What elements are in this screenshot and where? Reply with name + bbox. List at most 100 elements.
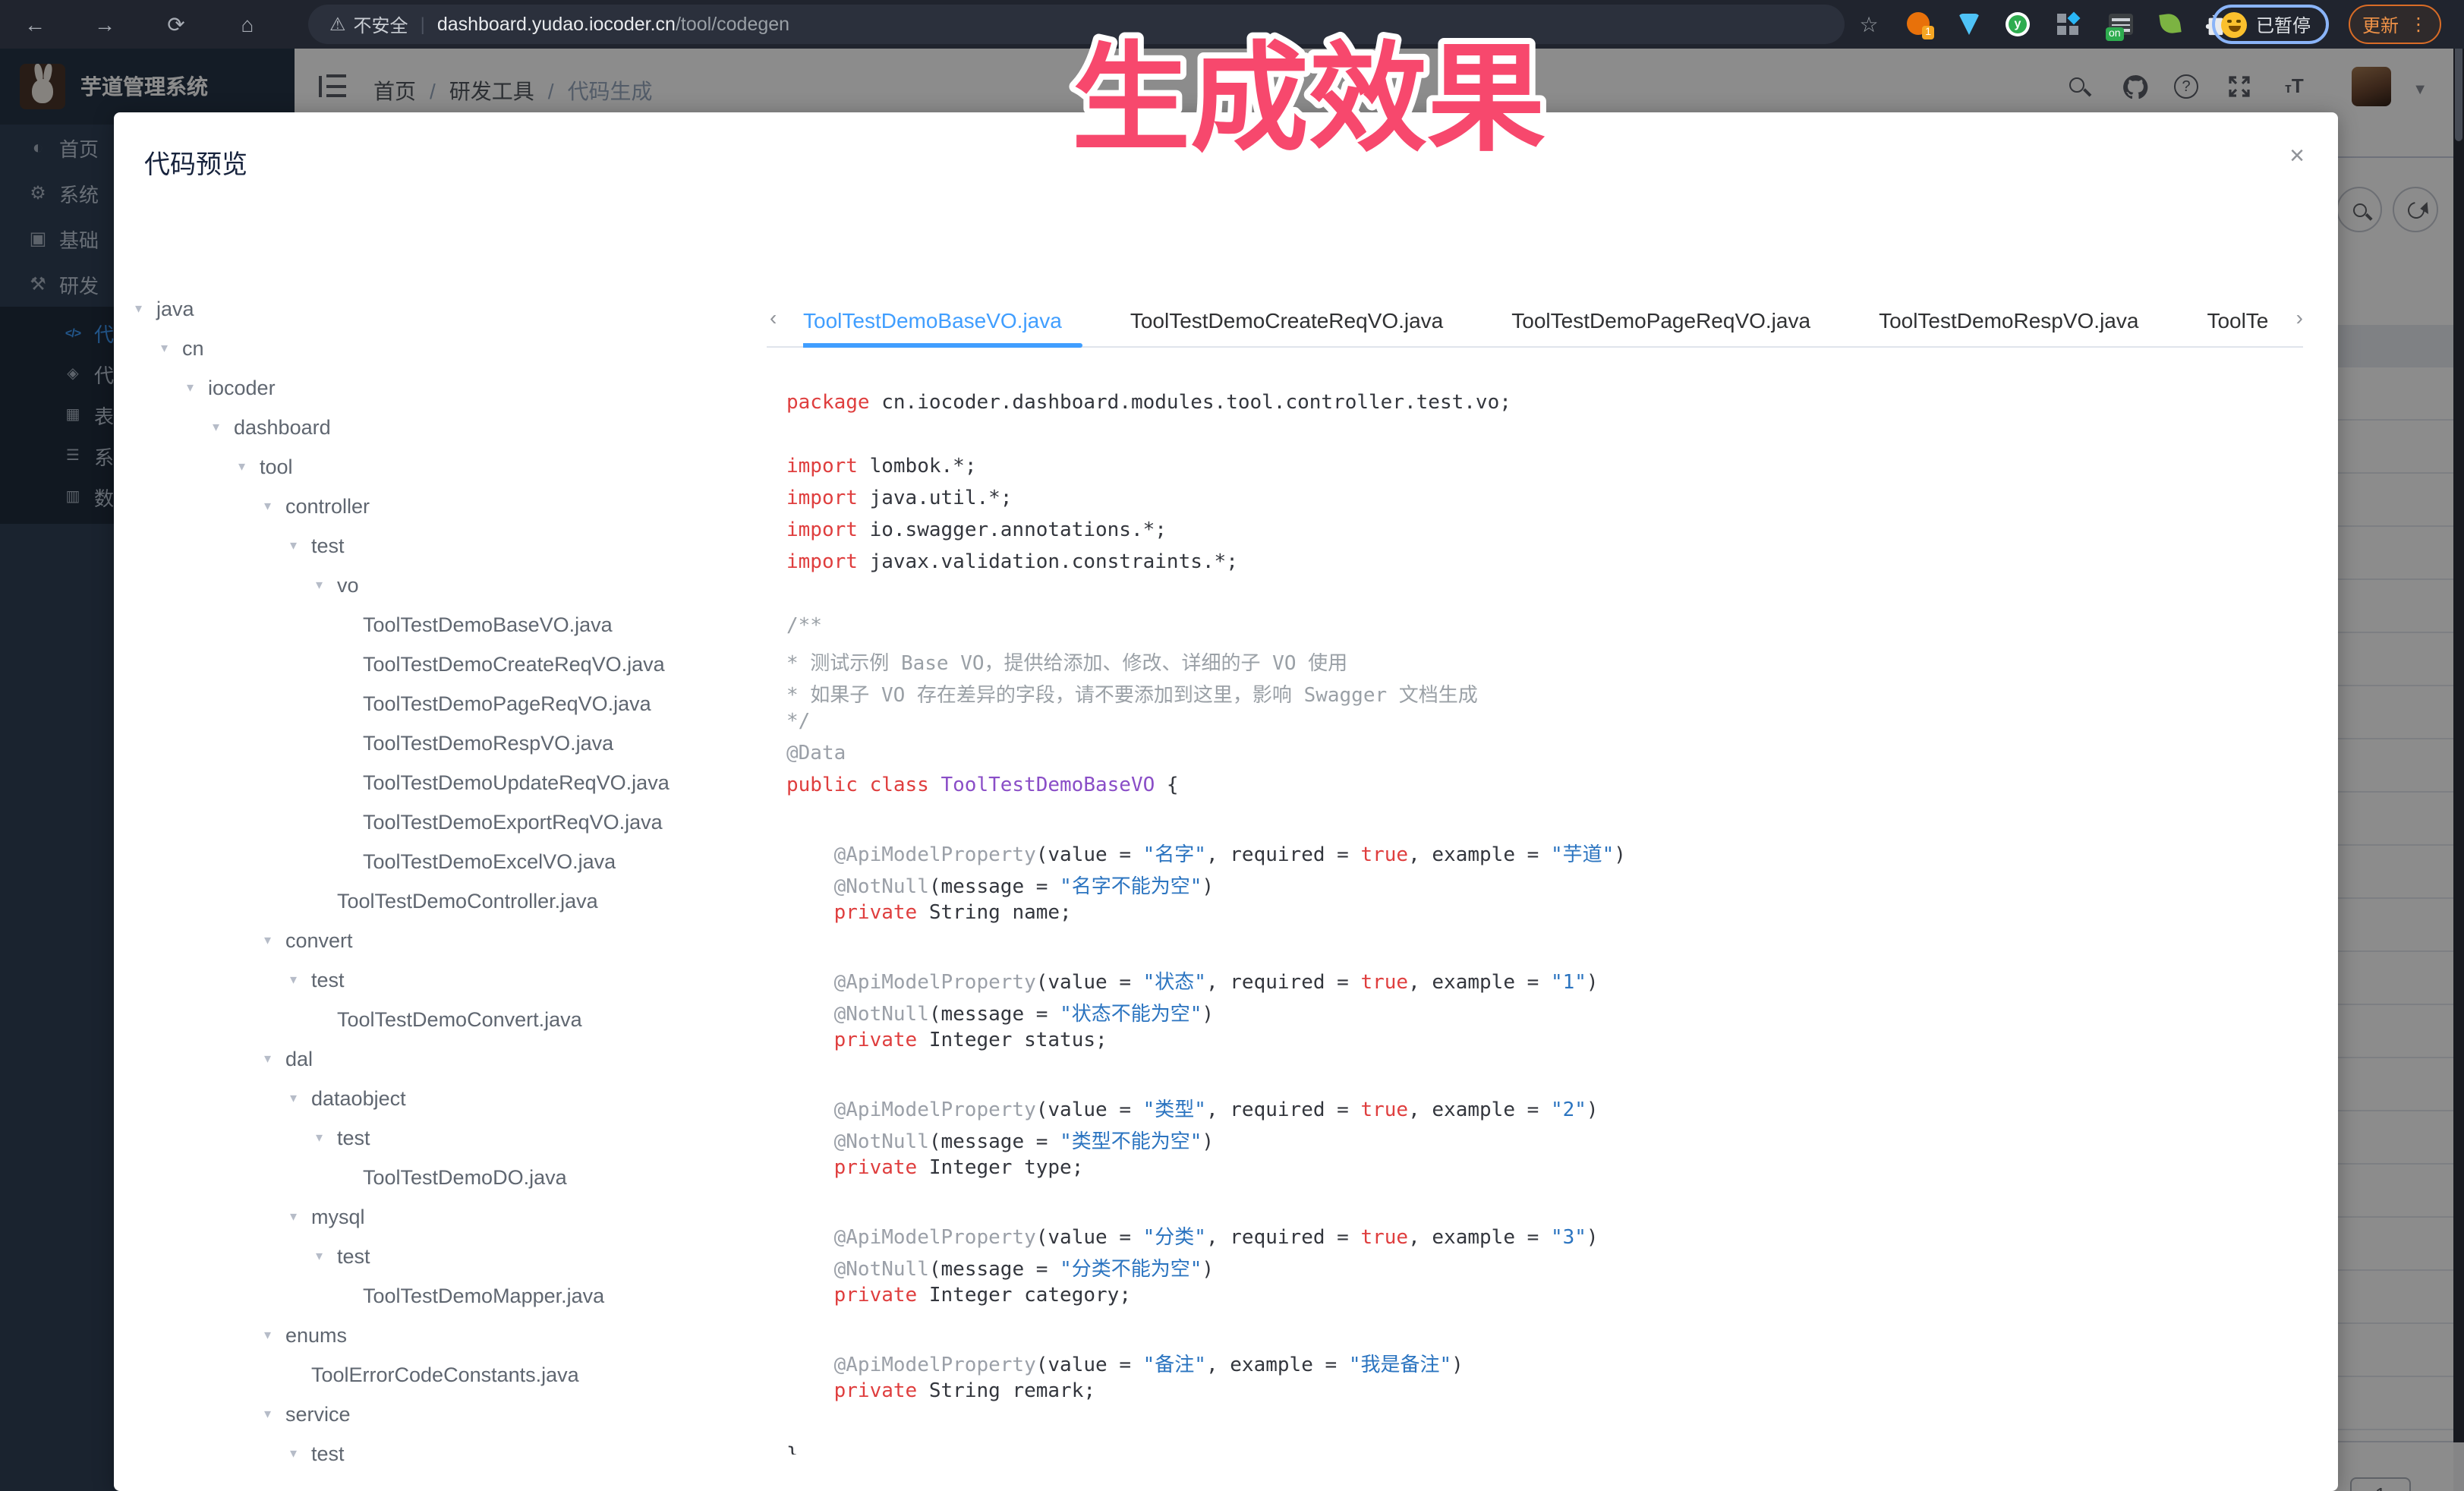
tree-node-label: ToolTestDemoBaseVO.java [363, 613, 613, 635]
tree-node-label: dashboard [234, 415, 331, 438]
reload-icon[interactable]: ⟳ [162, 11, 190, 38]
tree-node-label: test [337, 1126, 370, 1149]
caret-down-icon[interactable]: ▾ [161, 339, 182, 356]
tree-file-row[interactable]: ToolTestDemoExcelVO.java [135, 841, 773, 881]
code-token: , required = [1206, 1227, 1361, 1250]
code-token: "3" [1551, 1227, 1586, 1250]
tree-file-row[interactable]: ToolTestDemoRespVO.java [135, 723, 773, 762]
tree-file-row[interactable]: ToolTestDemoConvert.java [135, 999, 773, 1039]
code-token: cn.iocoder.dashboard.modules.tool.contro… [870, 392, 1511, 415]
code-token: private [834, 1029, 918, 1052]
file-tree[interactable]: ▾java▾cn▾iocoder▾dashboard▾tool▾controll… [135, 288, 773, 1473]
tree-folder-row[interactable]: ▾service [135, 1394, 773, 1433]
tree-folder-row[interactable]: ▾test [135, 1117, 773, 1157]
tree-node-label: ToolTestDemoExcelVO.java [363, 850, 616, 872]
code-token [786, 1354, 834, 1377]
tree-folder-row[interactable]: ▾mysql [135, 1196, 773, 1236]
tree-file-row[interactable]: ToolErrorCodeConstants.java [135, 1354, 773, 1394]
extension-orange-icon[interactable]: 1 [1907, 11, 1934, 38]
code-token: Integer category; [917, 1285, 1131, 1307]
caret-down-icon[interactable]: ▾ [316, 576, 337, 593]
code-token [786, 1004, 834, 1026]
caret-down-icon[interactable]: ▾ [316, 1129, 337, 1146]
tree-folder-row[interactable]: ▾test [135, 1236, 773, 1275]
caret-down-icon[interactable]: ▾ [264, 497, 285, 514]
tree-file-row[interactable]: ToolTestDemoPageReqVO.java [135, 683, 773, 723]
back-icon[interactable]: ← [21, 11, 49, 38]
address-bar[interactable]: ⚠ 不安全 | dashboard.yudao.iocoder.cn/tool/… [308, 5, 1845, 44]
extension-drop-icon[interactable] [1958, 11, 1986, 38]
caret-down-icon[interactable]: ▾ [316, 1247, 337, 1264]
tab-ToolTe[interactable]: ToolTe [2207, 298, 2268, 348]
code-token: * 如果子 VO 存在差异的字段，请不要添加到这里，影响 Swagger 文档生… [786, 685, 1478, 708]
code-token: "类型不能为空" [1060, 1131, 1202, 1154]
tree-folder-row[interactable]: ▾dal [135, 1039, 773, 1078]
code-viewer[interactable]: package cn.iocoder.dashboard.modules.too… [786, 392, 2320, 1455]
browser-scrollbar[interactable] [2453, 0, 2464, 1442]
tree-folder-row[interactable]: ▾cn [135, 328, 773, 367]
caret-down-icon[interactable]: ▾ [290, 971, 311, 988]
forward-icon[interactable]: → [91, 11, 118, 38]
tree-file-row[interactable]: ToolTestDemoBaseVO.java [135, 604, 773, 644]
tree-folder-row[interactable]: ▾dataobject [135, 1078, 773, 1117]
tree-folder-row[interactable]: ▾java [135, 288, 773, 328]
bookmark-star-icon[interactable]: ☆ [1855, 11, 1883, 38]
tab-ToolTestDemoBaseVO.java[interactable]: ToolTestDemoBaseVO.java [803, 298, 1062, 348]
tree-folder-row[interactable]: ▾vo [135, 565, 773, 604]
close-icon[interactable]: × [2289, 143, 2305, 169]
tree-folder-row[interactable]: ▾test [135, 1433, 773, 1473]
tree-folder-row[interactable]: ▾controller [135, 486, 773, 525]
security-label[interactable]: 不安全 [354, 11, 408, 37]
tree-node-label: ToolTestDemoPageReqVO.java [363, 692, 651, 714]
update-button[interactable]: 更新 ⋮ [2349, 5, 2441, 44]
tree-folder-row[interactable]: ▾iocoder [135, 367, 773, 407]
caret-down-icon[interactable]: ▾ [135, 300, 156, 317]
caret-down-icon[interactable]: ▾ [187, 379, 208, 396]
browser-menu-icon[interactable]: ⋮ [2409, 14, 2428, 35]
code-token [786, 1029, 834, 1052]
caret-down-icon[interactable]: ▾ [290, 537, 311, 553]
caret-down-icon[interactable]: ▾ [264, 1405, 285, 1422]
code-token: (message = [929, 1259, 1060, 1281]
caret-down-icon[interactable]: ▾ [290, 1089, 311, 1106]
tree-file-row[interactable]: ToolTestDemoExportReqVO.java [135, 802, 773, 841]
tree-folder-row[interactable]: ▾test [135, 960, 773, 999]
tree-file-row[interactable]: ToolTestDemoCreateReqVO.java [135, 644, 773, 683]
profile-chip[interactable]: 已暂停 [2212, 5, 2329, 44]
code-token: import [786, 519, 858, 542]
code-token: @ApiModelProperty [834, 972, 1036, 995]
tree-file-row[interactable]: ToolTestDemoController.java [135, 881, 773, 920]
tree-file-row[interactable]: ToolTestDemoUpdateReqVO.java [135, 762, 773, 802]
caret-down-icon[interactable]: ▾ [290, 1208, 311, 1225]
tree-file-row[interactable]: ToolTestDemoMapper.java [135, 1275, 773, 1315]
tree-file-row[interactable]: ToolTestDemoDO.java [135, 1157, 773, 1196]
tab-ToolTestDemoCreateReqVO.java[interactable]: ToolTestDemoCreateReqVO.java [1130, 298, 1443, 348]
caret-down-icon[interactable]: ▾ [264, 931, 285, 948]
extension-squares-icon[interactable] [2057, 11, 2084, 38]
caret-down-icon[interactable]: ▾ [238, 458, 260, 474]
code-line: import io.swagger.annotations.*; [786, 519, 2320, 551]
tabs-scroll-right-icon[interactable]: › [2296, 305, 2303, 329]
tree-node-label: java [156, 297, 194, 320]
caret-down-icon[interactable]: ▾ [290, 1445, 311, 1461]
tree-folder-row[interactable]: ▾convert [135, 920, 773, 960]
tree-folder-row[interactable]: ▾dashboard [135, 407, 773, 446]
extension-green-icon[interactable]: y [2006, 11, 2033, 38]
tree-folder-row[interactable]: ▾tool [135, 446, 773, 486]
tree-folder-row[interactable]: ▾test [135, 525, 773, 565]
code-token: true [1360, 972, 1408, 995]
caret-down-icon[interactable]: ▾ [264, 1050, 285, 1067]
code-token: private [834, 1157, 918, 1180]
code-token: private [834, 902, 918, 925]
extension-proxy-icon[interactable]: on [2109, 11, 2136, 38]
caret-down-icon[interactable]: ▾ [213, 418, 234, 435]
code-token: , example = [1408, 1227, 1551, 1250]
tree-folder-row[interactable]: ▾enums [135, 1315, 773, 1354]
caret-down-icon[interactable]: ▾ [264, 1326, 285, 1343]
extension-leaf-icon[interactable] [2160, 11, 2188, 38]
tab-ToolTestDemoPageReqVO.java[interactable]: ToolTestDemoPageReqVO.java [1511, 298, 1810, 348]
home-icon[interactable]: ⌂ [234, 11, 261, 38]
tab-ToolTestDemoRespVO.java[interactable]: ToolTestDemoRespVO.java [1879, 298, 2138, 348]
tree-node-label: convert [285, 928, 353, 951]
tabs-scroll-left-icon[interactable]: ‹ [770, 305, 777, 329]
